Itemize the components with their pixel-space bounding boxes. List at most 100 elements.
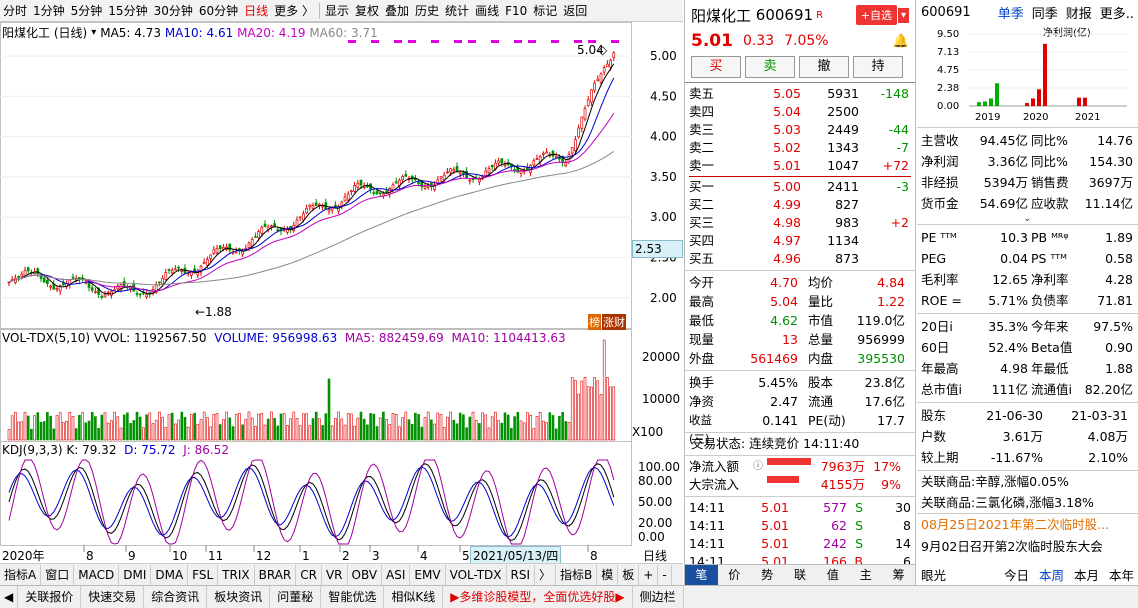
indicator-tab-3[interactable]: DMI (119, 564, 152, 585)
bids-row[interactable]: 买五 4.96 873 (685, 250, 915, 268)
trade-button-1[interactable]: 卖 (745, 56, 795, 78)
trade-button-0[interactable]: 买 (691, 56, 741, 78)
chevron-down-icon[interactable]: ▾ (897, 7, 909, 23)
toolbar-item-2[interactable]: 5分钟 (68, 0, 106, 22)
indicator-tab-19[interactable]: + (639, 564, 659, 585)
volume-bar (599, 394, 603, 441)
indicator-tab-18[interactable]: 板 (618, 564, 640, 585)
finance-tab-2[interactable]: 财报 (1066, 3, 1092, 22)
chevron-down-icon[interactable]: ▾ (91, 27, 96, 38)
quote-tab-1[interactable]: 价 (718, 565, 751, 585)
quote-tab-4[interactable]: 值 (816, 565, 849, 585)
val_rows-row: ROE = 5.71% 负债率 71.81 (917, 290, 1138, 311)
finance-tab-3[interactable]: 更多.. (1100, 3, 1134, 22)
toolbar-item-1[interactable]: 1分钟 (30, 0, 68, 22)
kline-ytick: 3.00 (650, 210, 677, 224)
toolbar-item-11[interactable]: 历史 (412, 0, 442, 22)
indicator-tab-14[interactable]: RSI (507, 564, 536, 585)
finance-tab-0[interactable]: 单季 (998, 3, 1024, 22)
asks-row[interactable]: 卖一 5.01 1047 +72 (685, 157, 915, 175)
add-watchlist-button[interactable]: +自选 (855, 5, 897, 25)
indicator-tab-15[interactable]: 〉 (535, 564, 557, 585)
finance-bottom-tab-3[interactable]: 本月 (1074, 565, 1099, 584)
related-item-0[interactable]: 关联商品:辛醇,涨幅0.05% (917, 471, 1138, 492)
trade-button-2[interactable]: 撤 (799, 56, 849, 78)
chevron-down-icon[interactable]: ⌄ (917, 214, 1138, 224)
toolbar-item-16[interactable]: 返回 (560, 0, 590, 22)
status-ad-link[interactable]: ▶多维诊股模型，全面优选好股▶ (443, 586, 633, 608)
toolbar-item-7[interactable]: 更多 〉 (271, 0, 317, 22)
quote-tab-2[interactable]: 势 (751, 565, 784, 585)
related-item-1[interactable]: 关联商品:三氯化磷,涨幅3.18% (917, 492, 1138, 513)
toolbar-item-13[interactable]: 画线 (472, 0, 502, 22)
news-item-1[interactable]: 9月02日召开第2次临时股东大会 (917, 536, 1138, 558)
toolbar-item-12[interactable]: 统计 (442, 0, 472, 22)
info-icon[interactable]: ⓘ (753, 458, 767, 476)
news-item-0[interactable]: 08月25日2021年第二次临时股... (917, 514, 1138, 536)
toolbar-item-4[interactable]: 30分钟 (151, 0, 196, 22)
rank-badge[interactable]: 榜 (588, 314, 601, 330)
finance-bottom-tab-4[interactable]: 本年 (1109, 565, 1134, 584)
indicator-tab-17[interactable]: 模 (597, 564, 619, 585)
indicator-tab-0[interactable]: 指标A (0, 564, 42, 585)
asks-row[interactable]: 卖四 5.04 2500 (685, 103, 915, 121)
indicator-tab-13[interactable]: VOL-TDX (446, 564, 507, 585)
bell-icon[interactable]: 🔔 (893, 34, 909, 49)
arrow-left-icon[interactable]: ◀ (0, 586, 19, 608)
trade-button-3[interactable]: 持 (853, 56, 903, 78)
finance-tab-1[interactable]: 同季 (1032, 3, 1058, 22)
indicator-tab-4[interactable]: DMA (151, 564, 189, 585)
volume-bar (151, 423, 155, 441)
indicator-tab-2[interactable]: MACD (74, 564, 120, 585)
candle-body (612, 52, 616, 58)
tick-cell: 14:11 (689, 536, 726, 551)
bids-row[interactable]: 买四 4.97 1134 (685, 232, 915, 250)
indicator-tab-1[interactable]: 窗口 (41, 564, 75, 585)
bids-row[interactable]: 买三 4.98 983 +2 (685, 214, 915, 232)
toolbar-item-15[interactable]: 标记 (530, 0, 560, 22)
finance-bottom-tab-0[interactable]: 眼光 (921, 565, 946, 584)
indicator-tab-9[interactable]: VR (322, 564, 348, 585)
indicator-tab-5[interactable]: FSL (188, 564, 219, 585)
quote-tab-0[interactable]: 笔 (685, 565, 718, 585)
toolbar-item-10[interactable]: 叠加 (382, 0, 412, 22)
toolbar-item-5[interactable]: 60分钟 (196, 0, 241, 22)
indicator-tab-20[interactable]: - (658, 564, 672, 585)
bids-row[interactable]: 买二 4.99 827 (685, 196, 915, 214)
status-item-6[interactable]: 相似K线 (384, 586, 444, 608)
bids-row[interactable]: 买一 5.00 2411 -3 (685, 178, 915, 196)
toolbar-item-14[interactable]: F10 (502, 0, 530, 22)
volume-bar (270, 411, 273, 441)
toolbar-item-6[interactable]: 日线 (241, 0, 271, 22)
status-item-4[interactable]: 问董秘 (270, 586, 322, 608)
finance-bottom-tab-2[interactable]: 本周 (1039, 565, 1064, 584)
asks-row[interactable]: 卖二 5.02 1343 -7 (685, 139, 915, 157)
indicator-tab-11[interactable]: ASI (382, 564, 411, 585)
indicator-tab-16[interactable]: 指标B (556, 564, 598, 585)
finance-badge[interactable]: 涨财 (602, 314, 626, 330)
status-item-0[interactable]: 关联报价 (18, 586, 82, 608)
status-item-5[interactable]: 智能优选 (321, 586, 385, 608)
kline-chart-svg[interactable]: 5.004.504.003.503.002.502.005.04◇←1.8820… (0, 22, 683, 565)
indicator-tab-10[interactable]: OBV (348, 564, 383, 585)
indicator-tab-6[interactable]: TRIX (218, 564, 255, 585)
indicator-tab-7[interactable]: BRAR (255, 564, 297, 585)
asks-row[interactable]: 卖三 5.03 2449 -44 (685, 121, 915, 139)
indicator-tab-8[interactable]: CR (296, 564, 322, 585)
status-item-3[interactable]: 板块资讯 (207, 586, 271, 608)
status-item-2[interactable]: 综合资讯 (144, 586, 208, 608)
finance-bottom-tab-1[interactable]: 今日 (1004, 565, 1029, 584)
toolbar-item-0[interactable]: 分时 (0, 0, 30, 22)
toolbar-item-9[interactable]: 复权 (352, 0, 382, 22)
sidebar-toggle[interactable]: 侧边栏 (633, 586, 684, 608)
toolbar-item-3[interactable]: 15分钟 (105, 0, 150, 22)
toolbar-item-8[interactable]: 显示 (322, 0, 352, 22)
status-item-1[interactable]: 快速交易 (81, 586, 145, 608)
quote-tab-5[interactable]: 主 (849, 565, 882, 585)
quote-tab-6[interactable]: 筹 (882, 565, 915, 585)
kline-chart-area[interactable]: 5.004.504.003.503.002.502.005.04◇←1.8820… (0, 22, 683, 565)
indicator-tab-12[interactable]: EMV (410, 564, 446, 585)
asks-row[interactable]: 卖五 5.05 5931 -148 (685, 85, 915, 103)
period-label[interactable]: 日线 (643, 547, 667, 564)
quote-tab-3[interactable]: 联 (784, 565, 817, 585)
